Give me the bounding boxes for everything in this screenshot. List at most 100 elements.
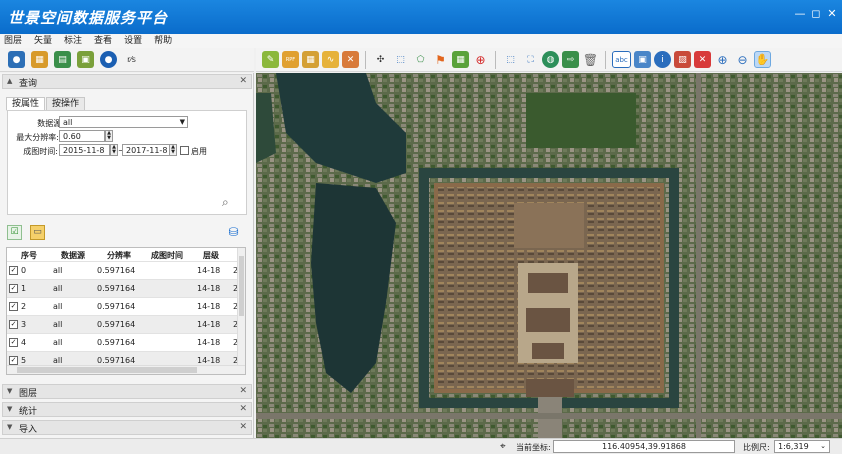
row-resolution: 0.597164 [97,266,136,275]
image-icon[interactable]: ▣ [634,51,651,68]
toolbar-separator [605,50,606,69]
globe-icon[interactable]: ◍ [542,51,559,68]
datasource-select[interactable]: all ▼ [59,116,188,128]
cursor-select-icon[interactable]: ✣ [372,51,389,68]
max-resolution-stepper[interactable]: ▲ ▼ [105,130,113,142]
tab-by-attribute[interactable]: 按属性 [6,97,46,111]
grid-select-icon[interactable]: ▦ [302,51,319,68]
datasource-value: all [63,118,73,127]
tag-icon[interactable]: r⁄s [123,51,140,68]
export-rpf-icon[interactable]: RPF [282,51,299,68]
layers-icon[interactable]: ▤ [54,51,71,68]
menu-vector[interactable]: 矢量 [34,34,52,48]
layers-section-header[interactable]: ▼ 图层 ✕ [2,384,252,399]
row-index: 4 [21,338,27,347]
satellite-imagery [256,73,842,438]
maximize-button[interactable]: ◻ [810,8,822,20]
table-row[interactable]: ✓ 4 all 0.597164 14-18 2 [7,334,239,352]
column-header[interactable]: 成图时间 [151,250,183,261]
menu-help[interactable]: 帮助 [154,34,172,48]
row-level: 14-18 [197,320,221,329]
coordinate-label: 当前坐标: [516,443,551,452]
query-section-header[interactable]: ▲ 查询 ✕ [2,74,252,89]
row-checkbox[interactable]: ✓ [9,338,18,347]
table-row[interactable]: ✓ 2 all 0.597164 14-18 2 [7,298,239,316]
close-button[interactable]: ✕ [826,8,838,20]
column-header[interactable]: 层级 [203,250,219,261]
vertex-select-icon[interactable]: ⬚ [502,51,519,68]
start-date-input[interactable]: 2015-11-8 [59,144,110,156]
chevron-down-icon: ▼ [179,118,185,126]
row-resolution: 0.597164 [97,302,136,311]
close-icon[interactable]: ✕ [239,422,247,432]
column-header[interactable]: 数据源 [61,250,85,261]
draw-polyline-icon[interactable]: ∿ [322,51,339,68]
target-icon[interactable]: ⊕ [472,51,489,68]
info-icon[interactable]: i [654,51,671,68]
trash-icon[interactable]: 🗑 [582,51,599,68]
flag-icon[interactable]: ⚑ [432,51,449,68]
map-edit-icon[interactable]: ✎ [262,51,279,68]
row-checkbox[interactable]: ✓ [9,302,18,311]
menu-annotate[interactable]: 标注 [64,34,82,48]
rect-select-icon[interactable]: ⬚ [392,51,409,68]
scrollbar-thumb[interactable] [239,256,244,316]
scale-value: 1:6,319 [778,442,809,451]
database-icon[interactable]: ⛁ [226,225,241,240]
row-checkbox[interactable]: ✓ [9,266,18,275]
tab-by-operation[interactable]: 按操作 [46,97,86,111]
grid-view-icon[interactable]: ▦ [31,51,48,68]
start-date-stepper[interactable]: ▲ ▼ [110,144,118,156]
table-row[interactable]: ✓ 0 all 0.597164 14-18 2 [7,262,239,280]
close-icon[interactable]: ✕ [239,386,247,396]
column-header[interactable]: 序号 [21,250,37,261]
enable-date-label: 启用 [191,147,207,156]
search-icon[interactable]: ⌕ [222,195,229,210]
zoom-in-icon[interactable]: ⊕ [714,51,731,68]
table-vertical-scrollbar[interactable] [237,248,245,366]
enable-date-checkbox[interactable] [180,146,189,155]
export-icon[interactable]: ⇨ [562,51,579,68]
text-label-icon[interactable]: abc [612,51,631,68]
table-row[interactable]: ✓ 5 all 0.597164 14-18 2 [7,352,239,366]
row-checkbox[interactable]: ✓ [9,356,18,365]
scale-select[interactable]: 1:6,319 ⌄ [774,440,830,453]
row-source: all [53,356,63,365]
import-section-header[interactable]: ▼ 导入 ✕ [2,420,252,435]
table-horizontal-scrollbar[interactable] [7,365,245,374]
polygon-select-icon[interactable]: ⬠ [412,51,429,68]
menu-layer[interactable]: 图层 [4,34,22,48]
photo-icon[interactable]: ▨ [674,51,691,68]
close-icon[interactable]: ✕ [239,404,247,414]
end-date-input[interactable]: 2017-11-8 [122,144,170,156]
delete-polyline-icon[interactable]: ✕ [342,51,359,68]
statistics-section-header[interactable]: ▼ 统计 ✕ [2,402,252,417]
zoom-out-icon[interactable]: ⊖ [734,51,751,68]
minimize-button[interactable]: — [794,8,806,20]
max-resolution-input[interactable]: 0.60 [59,130,105,142]
remove-layer-icon[interactable]: ✕ [694,51,711,68]
map-view[interactable] [256,73,842,438]
grid-icon[interactable]: ▦ [452,51,469,68]
table-row[interactable]: ✓ 3 all 0.597164 14-18 2 [7,316,239,334]
satellite-icon[interactable]: ● [8,51,25,68]
row-checkbox[interactable]: ✓ [9,284,18,293]
scrollbar-thumb[interactable] [17,367,197,373]
menu-bar: 图层 矢量 标注 查看 设置 帮助 [0,34,842,48]
menu-view[interactable]: 查看 [94,34,112,48]
map-toolbar: ✎ RPF ▦ ∿ ✕ ✣ ⬚ ⬠ ⚑ ▦ ⊕ ⬚ ⛶ ◍ ⇨ 🗑 abc ▣ … [256,48,842,72]
pan-hand-icon[interactable]: ✋ [754,51,771,68]
max-resolution-label: 最大分辨率: [16,133,59,142]
app-title: 世景空间数据服务平台 [8,9,169,27]
close-icon[interactable]: ✕ [239,76,247,86]
menu-settings[interactable]: 设置 [124,34,142,48]
zoom-extent-icon[interactable]: ⛶ [522,51,539,68]
table-row[interactable]: ✓ 1 all 0.597164 14-18 2 [7,280,239,298]
lock-icon[interactable]: ▣ [77,51,94,68]
row-checkbox[interactable]: ✓ [9,320,18,329]
select-all-icon[interactable]: ☑ [7,225,22,240]
user-icon[interactable]: ● [100,51,117,68]
open-folder-icon[interactable]: ▭ [30,225,45,240]
end-date-stepper[interactable]: ▲ ▼ [169,144,177,156]
column-header[interactable]: 分辨率 [107,250,131,261]
